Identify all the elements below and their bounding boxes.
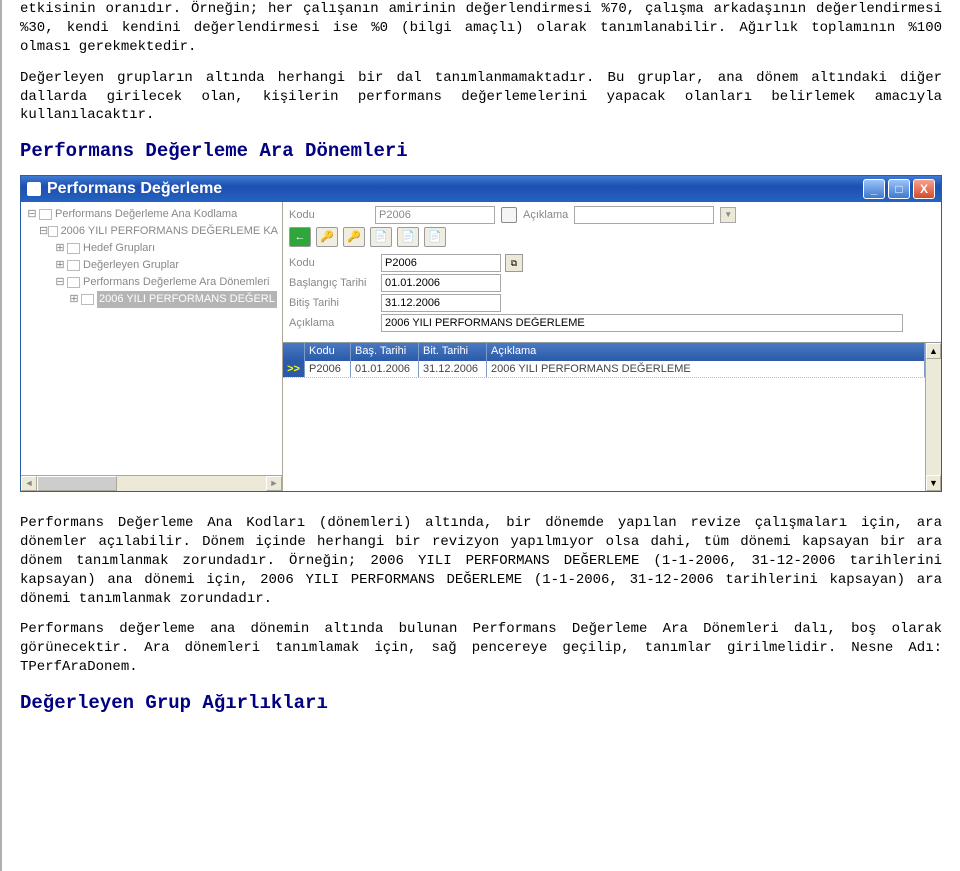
close-button[interactable]: X	[913, 179, 935, 199]
doc-button-3[interactable]: 📄	[424, 227, 446, 247]
key-button-1[interactable]: 🔑	[316, 227, 338, 247]
grid-header-bas[interactable]: Baş. Tarihi	[351, 343, 419, 361]
cell-kodu: P2006	[305, 361, 351, 377]
tree-view[interactable]: ⊟Performans Değerleme Ana Kodlama ⊟2006 …	[21, 202, 282, 475]
key-button-2[interactable]: 🔑	[343, 227, 365, 247]
form-bitis-input[interactable]	[381, 294, 501, 312]
lookup-icon[interactable]	[501, 207, 517, 223]
dropdown-icon[interactable]: ▼	[720, 207, 736, 223]
window-title: Performans Değerleme	[47, 178, 222, 200]
back-button[interactable]: ←	[289, 227, 311, 247]
scroll-right-icon[interactable]: ►	[266, 476, 282, 491]
record-form: Kodu ⧉ Başlangıç Tarihi Bitiş Tarihi Açı…	[283, 251, 941, 340]
form-kodu-label: Kodu	[289, 256, 381, 271]
doc-button-2[interactable]: 📄	[397, 227, 419, 247]
data-grid: Kodu Baş. Tarihi Bit. Tarihi Açıklama >>…	[283, 342, 941, 491]
tree-pane: ⊟Performans Değerleme Ana Kodlama ⊟2006 …	[21, 202, 283, 491]
filter-kodu-input[interactable]	[375, 206, 495, 224]
tree-node-hedef[interactable]: Hedef Grupları	[83, 240, 155, 257]
tree-node-root[interactable]: Performans Değerleme Ana Kodlama	[55, 206, 237, 223]
grid-vertical-scrollbar[interactable]: ▲ ▼	[925, 343, 941, 491]
scroll-down-icon[interactable]: ▼	[926, 475, 941, 491]
scroll-thumb[interactable]	[37, 476, 117, 491]
tree-horizontal-scrollbar[interactable]: ◄ ►	[21, 475, 282, 491]
minimize-button[interactable]: _	[863, 179, 885, 199]
scroll-up-icon[interactable]: ▲	[926, 343, 941, 359]
app-window: Performans Değerleme _ □ X ⊟Performans D…	[20, 175, 942, 492]
form-bitis-label: Bitiş Tarihi	[289, 296, 381, 311]
filter-aciklama-input[interactable]	[574, 206, 714, 224]
paragraph-3: Performans Değerleme Ana Kodları (döneml…	[20, 514, 942, 608]
form-baslangic-label: Başlangıç Tarihi	[289, 276, 381, 291]
section-heading-ara-donemleri: Performans Değerleme Ara Dönemleri	[20, 139, 942, 165]
filter-aciklama-label: Açıklama	[523, 208, 568, 223]
grid-header: Kodu Baş. Tarihi Bit. Tarihi Açıklama	[283, 343, 925, 361]
tree-node-selected[interactable]: 2006 YILI PERFORMANS DEĞERL	[97, 291, 277, 308]
maximize-button[interactable]: □	[888, 179, 910, 199]
cell-bas: 01.01.2006	[351, 361, 419, 377]
detail-pane: Kodu Açıklama ▼ ← 🔑 🔑 📄 📄 📄	[283, 202, 941, 491]
grid-header-kodu[interactable]: Kodu	[305, 343, 351, 361]
form-kodu-input[interactable]	[381, 254, 501, 272]
grid-header-aciklama[interactable]: Açıklama	[487, 343, 925, 361]
section-heading-grup-agirliklari: Değerleyen Grup Ağırlıkları	[20, 691, 942, 717]
filter-bar: Kodu Açıklama ▼	[283, 202, 941, 226]
filter-kodu-label: Kodu	[289, 208, 369, 223]
tree-node-degerleyen[interactable]: Değerleyen Gruplar	[83, 257, 179, 274]
form-baslangic-input[interactable]	[381, 274, 501, 292]
form-aciklama-input[interactable]	[381, 314, 903, 332]
titlebar: Performans Değerleme _ □ X	[21, 176, 941, 202]
toolbar: ← 🔑 🔑 📄 📄 📄	[283, 226, 941, 251]
tree-node-year[interactable]: 2006 YILI PERFORMANS DEĞERLEME KA	[61, 223, 278, 240]
grid-header-bit[interactable]: Bit. Tarihi	[419, 343, 487, 361]
paragraph-2: Değerleyen grupların altında herhangi bi…	[20, 69, 942, 126]
cell-bit: 31.12.2006	[419, 361, 487, 377]
table-row[interactable]: >> P2006 01.01.2006 31.12.2006 2006 YILI…	[283, 361, 925, 378]
doc-button-1[interactable]: 📄	[370, 227, 392, 247]
paragraph-4: Performans değerleme ana dönemin altında…	[20, 620, 942, 677]
app-icon	[27, 182, 41, 196]
copy-icon[interactable]: ⧉	[505, 254, 523, 272]
tree-node-ara-donemleri[interactable]: Performans Değerleme Ara Dönemleri	[83, 274, 269, 291]
cell-aciklama: 2006 YILI PERFORMANS DEĞERLEME	[487, 361, 925, 377]
paragraph-1: etkisinin oranıdır. Örneğin; her çalışan…	[20, 0, 942, 57]
form-aciklama-label: Açıklama	[289, 316, 381, 331]
row-marker-icon: >>	[283, 361, 305, 377]
scroll-left-icon[interactable]: ◄	[21, 476, 37, 491]
